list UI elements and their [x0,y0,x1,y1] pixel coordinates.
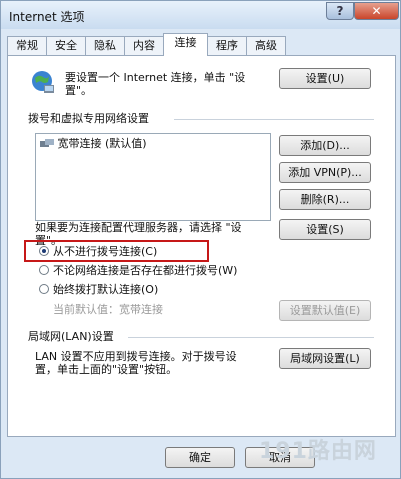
lan-settings-button[interactable]: 局域网设置(L) [279,348,371,369]
setup-button[interactable]: 设置(U) [279,68,371,89]
tab-general[interactable]: 常规 [7,36,47,55]
tab-advanced[interactable]: 高级 [246,36,286,55]
setup-text-line1: 要设置一个 Internet 连接，单击 "设 [65,71,246,84]
list-item[interactable]: 宽带连接 (默认值) [40,137,260,150]
title-bar: Internet 选项 ? ✕ [1,1,400,29]
current-default-text: 当前默认值：宽带连接 [53,303,163,316]
watermark: 191路由网 [259,439,377,464]
lan-section-header: 局域网(LAN)设置 [28,330,114,343]
lan-text-line1: LAN 设置不应用到拨号连接。对于拨号设 [35,350,237,363]
divider [174,119,374,120]
window-title: Internet 选项 [9,10,85,24]
tab-connections[interactable]: 连接 [163,33,208,56]
remove-button[interactable]: 删除(R)... [279,189,371,210]
help-button[interactable]: ? [326,2,354,20]
list-item-label: 宽带连接 (默认值) [57,137,147,150]
connection-list[interactable]: 宽带连接 (默认值) [35,133,271,221]
set-default-button[interactable]: 设置默认值(E) [279,300,371,321]
lan-text-line2: 置，单击上面的"设置"按钮。 [35,363,178,376]
ok-button[interactable]: 确定 [165,447,235,468]
radio-never-dial-label[interactable]: 从不进行拨号连接(C) [53,245,157,258]
tab-security[interactable]: 安全 [46,36,86,55]
tab-privacy[interactable]: 隐私 [85,36,125,55]
broadband-connection-icon [40,139,54,149]
proxy-text-line1: 如果要为连接配置代理服务器，请选择 "设 [35,221,242,234]
dialup-section-header: 拨号和虚拟专用网络设置 [28,112,149,125]
globe-icon [30,69,56,95]
divider [128,337,374,338]
radio-always-dial-label[interactable]: 始终拨打默认连接(O) [53,283,158,296]
internet-options-window: Internet 选项 ? ✕ 常规 安全 隐私 内容 连接 程序 高级 要设置… [0,0,401,479]
radio-dial-whenever-label[interactable]: 不论网络连接是否存在都进行拨号(W) [53,264,237,277]
radio-never-dial[interactable] [39,246,49,256]
radio-always-dial[interactable] [39,284,49,294]
lan-text: LAN 设置不应用到拨号连接。对于拨号设 置，单击上面的"设置"按钮。 [35,350,275,376]
close-button[interactable]: ✕ [354,2,399,20]
tab-content[interactable]: 内容 [124,36,164,55]
dialup-settings-button[interactable]: 设置(S) [279,219,371,240]
add-button[interactable]: 添加(D)... [279,135,371,156]
add-vpn-button[interactable]: 添加 VPN(P)... [279,162,371,183]
setup-text-line2: 置"。 [65,84,93,97]
radio-dial-whenever[interactable] [39,265,49,275]
setup-text: 要设置一个 Internet 连接，单击 "设 置"。 [65,71,275,97]
connections-panel: 要设置一个 Internet 连接，单击 "设 置"。 设置(U) 拨号和虚拟专… [7,55,396,437]
tab-programs[interactable]: 程序 [207,36,247,55]
